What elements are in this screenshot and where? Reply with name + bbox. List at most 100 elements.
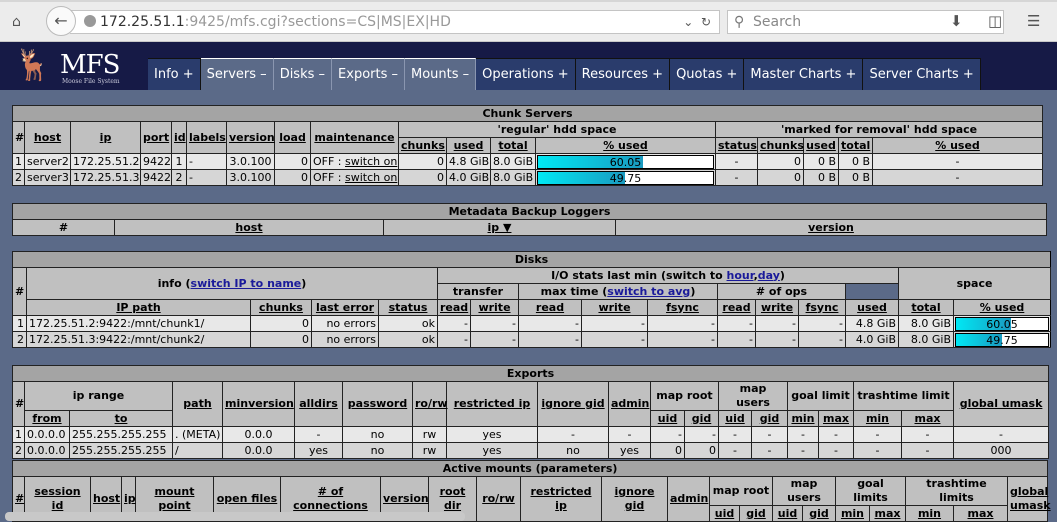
column-header-ip[interactable]: ip ▼	[383, 219, 616, 236]
column-header-chunks[interactable]: chunks	[250, 299, 312, 316]
column-header-max[interactable]: max	[869, 505, 906, 522]
column-header-global-umask[interactable]: global umask	[952, 381, 1050, 427]
column-header-host[interactable]: host	[24, 121, 71, 154]
column-header-ro-rw[interactable]: ro/rw	[476, 476, 521, 522]
column-header-fsync[interactable]: fsync	[647, 299, 718, 316]
column-header-chunks[interactable]: chunks	[757, 137, 804, 154]
column-header-restricted-ip[interactable]: restricted ip	[446, 381, 538, 427]
column-header-load[interactable]: load	[274, 121, 311, 154]
column-header-used[interactable]: % used	[871, 137, 1044, 154]
column-header-of-ops: # of ops	[717, 283, 846, 300]
column-header-min[interactable]: min	[787, 410, 819, 427]
column-header-gid[interactable]: gid	[739, 505, 773, 522]
url-bar[interactable]: 172.25.51.1:9425/mfs.cgi?sections=CS|MS|…	[70, 10, 720, 34]
column-header-read[interactable]: read	[717, 299, 756, 316]
column-header-used[interactable]: % used	[952, 299, 1052, 316]
column-header-admin[interactable]: admin	[608, 381, 651, 427]
cell: -	[715, 169, 758, 186]
column-header-total[interactable]: total	[898, 299, 954, 316]
column-header-write[interactable]: write	[581, 299, 648, 316]
tab-mounts[interactable]: Mounts –	[405, 58, 477, 90]
day-link[interactable]: day	[758, 269, 780, 282]
tab-master-charts[interactable]: Master Charts +	[744, 58, 864, 90]
column-header-uid[interactable]: uid	[709, 505, 740, 522]
column-header-version[interactable]: version	[614, 219, 1048, 236]
tab-exports[interactable]: Exports –	[332, 58, 405, 90]
cell: 0 B	[803, 169, 839, 186]
column-header-id[interactable]: id	[171, 121, 187, 154]
column-header-used[interactable]: used	[446, 137, 491, 154]
download-icon[interactable]: ⬇	[950, 12, 963, 30]
column-header-used[interactable]: used	[803, 137, 839, 154]
tab-servers[interactable]: Servers –	[200, 58, 274, 90]
column-header-minversion[interactable]: minversion	[222, 381, 295, 427]
column-header-fsync[interactable]: fsync	[798, 299, 846, 316]
switch-on-link[interactable]: switch on	[345, 171, 397, 184]
column-header-alldirs[interactable]: alldirs	[294, 381, 343, 427]
column-header-global-umask[interactable]: global umask	[1006, 476, 1051, 522]
column-header-gid[interactable]: gid	[802, 505, 836, 522]
column-header-uid[interactable]: uid	[718, 410, 752, 427]
column-header-ro-rw[interactable]: ro/rw	[412, 381, 448, 427]
column-header-to[interactable]: to	[69, 410, 173, 427]
moose-icon: 🦌	[14, 48, 52, 83]
column-header-write[interactable]: write	[755, 299, 799, 316]
sidebar-icon[interactable]: ◫	[988, 12, 1002, 30]
back-button[interactable]: ←	[46, 6, 76, 36]
reload-icon[interactable]: ↻	[701, 15, 711, 29]
column-header-restricted-ip[interactable]: restricted ip	[520, 476, 602, 522]
tab-info[interactable]: Info +	[148, 58, 201, 90]
column-header-host[interactable]: host	[114, 219, 384, 236]
column-header-min[interactable]: min	[905, 505, 954, 522]
column-header-read[interactable]: read	[437, 299, 471, 316]
column-header-path[interactable]: path	[172, 381, 223, 427]
column-header-min[interactable]: min	[853, 410, 902, 427]
column-header-version[interactable]: version	[226, 121, 275, 154]
column-header-labels[interactable]: labels	[186, 121, 227, 154]
switch-to-avg-link[interactable]: switch to avg	[607, 285, 690, 298]
column-header-from[interactable]: from	[24, 410, 70, 427]
column-header-write[interactable]: write	[470, 299, 519, 316]
menu-icon[interactable]: ☰	[1027, 12, 1040, 30]
table-row: 2 0.0.0.0 255.255.255.255/0.0.0 yes no rw yes n…	[12, 442, 1050, 459]
column-header-max[interactable]: max	[818, 410, 854, 427]
column-header-total[interactable]: total	[838, 137, 873, 154]
column-header-used[interactable]: % used	[535, 137, 716, 154]
column-header-uid[interactable]: uid	[650, 410, 685, 427]
switch-ip-to-name-link[interactable]: switch IP to name	[191, 277, 302, 290]
column-header-read[interactable]: read	[518, 299, 582, 316]
column-header-last-error[interactable]: last error	[311, 299, 379, 316]
horizontal-scrollbar[interactable]	[5, 512, 465, 521]
tab-quotas[interactable]: Quotas +	[670, 58, 745, 90]
column-header-gid[interactable]: gid	[751, 410, 788, 427]
column-header-password[interactable]: password	[342, 381, 413, 427]
cell: -	[751, 442, 788, 459]
home-icon[interactable]: ⌂	[12, 14, 21, 30]
column-header-chunks[interactable]: chunks	[398, 137, 447, 154]
column-header-max[interactable]: max	[953, 505, 1008, 522]
column-header-ignore-gid[interactable]: ignore gid	[537, 381, 609, 427]
tab-resources[interactable]: Resources +	[575, 58, 671, 90]
column-header-ignore-gid[interactable]: ignore gid	[601, 476, 668, 522]
column-header-status[interactable]: status	[378, 299, 438, 316]
column-header-uid[interactable]: uid	[772, 505, 803, 522]
column-header-gid[interactable]: gid	[684, 410, 719, 427]
column-header-admin[interactable]: admin	[667, 476, 710, 522]
column-header-total[interactable]: total	[490, 137, 536, 154]
column-header-used[interactable]: used	[845, 299, 899, 316]
column-header-port[interactable]: port	[140, 121, 172, 154]
tab-disks[interactable]: Disks –	[273, 58, 333, 90]
column-header-ip[interactable]: ip	[70, 121, 141, 154]
switch-on-link[interactable]: switch on	[345, 155, 397, 168]
tab-server-charts[interactable]: Server Charts +	[863, 58, 981, 90]
dropdown-icon[interactable]: ⌄	[683, 15, 693, 29]
cell: -	[518, 331, 582, 348]
column-header-maintenance[interactable]: maintenance	[310, 121, 399, 154]
column-header-status[interactable]: status	[715, 137, 758, 154]
column-header-min[interactable]: min	[835, 505, 870, 522]
hour-link[interactable]: hour	[727, 269, 754, 282]
column-header-max[interactable]: max	[901, 410, 954, 427]
column-header-ip-path[interactable]: IP path	[26, 299, 251, 316]
table-row: 2 server3 172.25.51.3 9422 2-3.0.100 0 OFF : s…	[12, 169, 1044, 186]
tab-operations[interactable]: Operations +	[476, 58, 576, 90]
